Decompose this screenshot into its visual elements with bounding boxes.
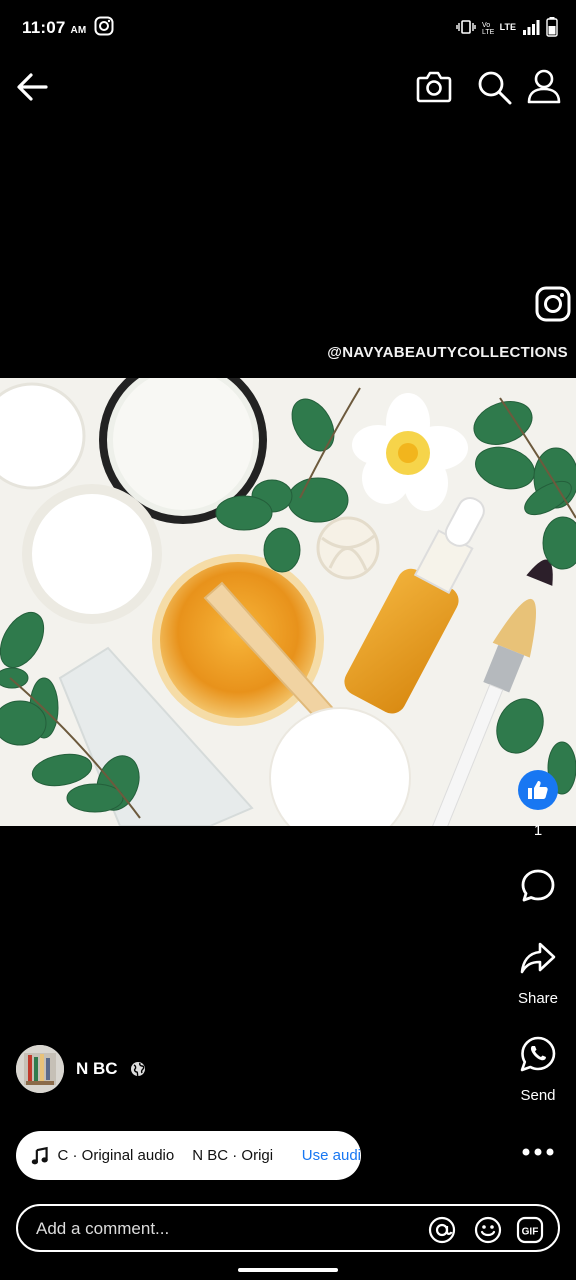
mention-icon[interactable] [428,1216,456,1244]
author-name[interactable]: N BC [76,1059,118,1079]
more-options-icon[interactable] [520,1144,556,1160]
audio-marquee: C · Original audio N BC · Origi [58,1147,292,1164]
thumbs-up-icon [528,781,548,799]
instagram-watermark-icon [535,286,571,322]
share-label[interactable]: Share [503,990,573,1007]
battery-icon [546,17,558,37]
camera-icon[interactable] [414,68,454,106]
network-type-label: LTE [499,22,516,32]
use-audio-button[interactable]: Use audi [302,1147,361,1164]
comment-icon[interactable] [518,866,558,906]
system-icons: Vo LTE LTE [455,15,558,39]
status-time: 11:07 AM [22,18,87,37]
avatar[interactable] [16,1045,64,1093]
gif-icon[interactable]: GIF [516,1216,544,1244]
author-row[interactable]: N BC [16,1044,146,1094]
like-button[interactable] [518,770,558,810]
avatar-image [16,1045,64,1093]
home-indicator[interactable] [238,1268,338,1272]
profile-icon[interactable] [524,66,564,106]
cosmetics-image [0,378,576,826]
svg-text:LTE: LTE [482,29,494,35]
svg-text:Vo: Vo [482,22,490,29]
audio-segment-1: C · Original audio [57,1147,175,1164]
globe-icon [130,1062,145,1077]
comment-placeholder[interactable]: Add a comment... [36,1219,169,1239]
search-icon[interactable] [474,68,514,106]
signal-icon [523,20,540,35]
emoji-icon[interactable] [474,1216,502,1244]
reel-video-frame[interactable] [0,378,576,826]
comment-field[interactable]: Add a comment... GIF [16,1204,560,1252]
instagram-notification-icon [94,16,114,36]
volte-icon: Vo LTE [482,22,494,35]
like-count: 1 [533,822,543,839]
status-bar: 11:07 AM Vo LTE LTE [0,0,576,56]
share-arrow-icon[interactable] [518,938,558,978]
audio-pill[interactable]: C · Original audio N BC · Origi Use audi [16,1131,361,1180]
audio-segment-2: N BC · Origi [192,1147,274,1164]
send-label[interactable]: Send [503,1087,573,1104]
whatsapp-icon[interactable] [518,1034,558,1074]
vibrate-icon [455,20,476,34]
music-note-icon [31,1146,48,1164]
svg-text:GIF: GIF [522,1227,539,1238]
back-arrow-icon[interactable] [14,68,52,106]
watermark-handle: @NAVYABEAUTYCOLLECTIONS [327,344,568,361]
